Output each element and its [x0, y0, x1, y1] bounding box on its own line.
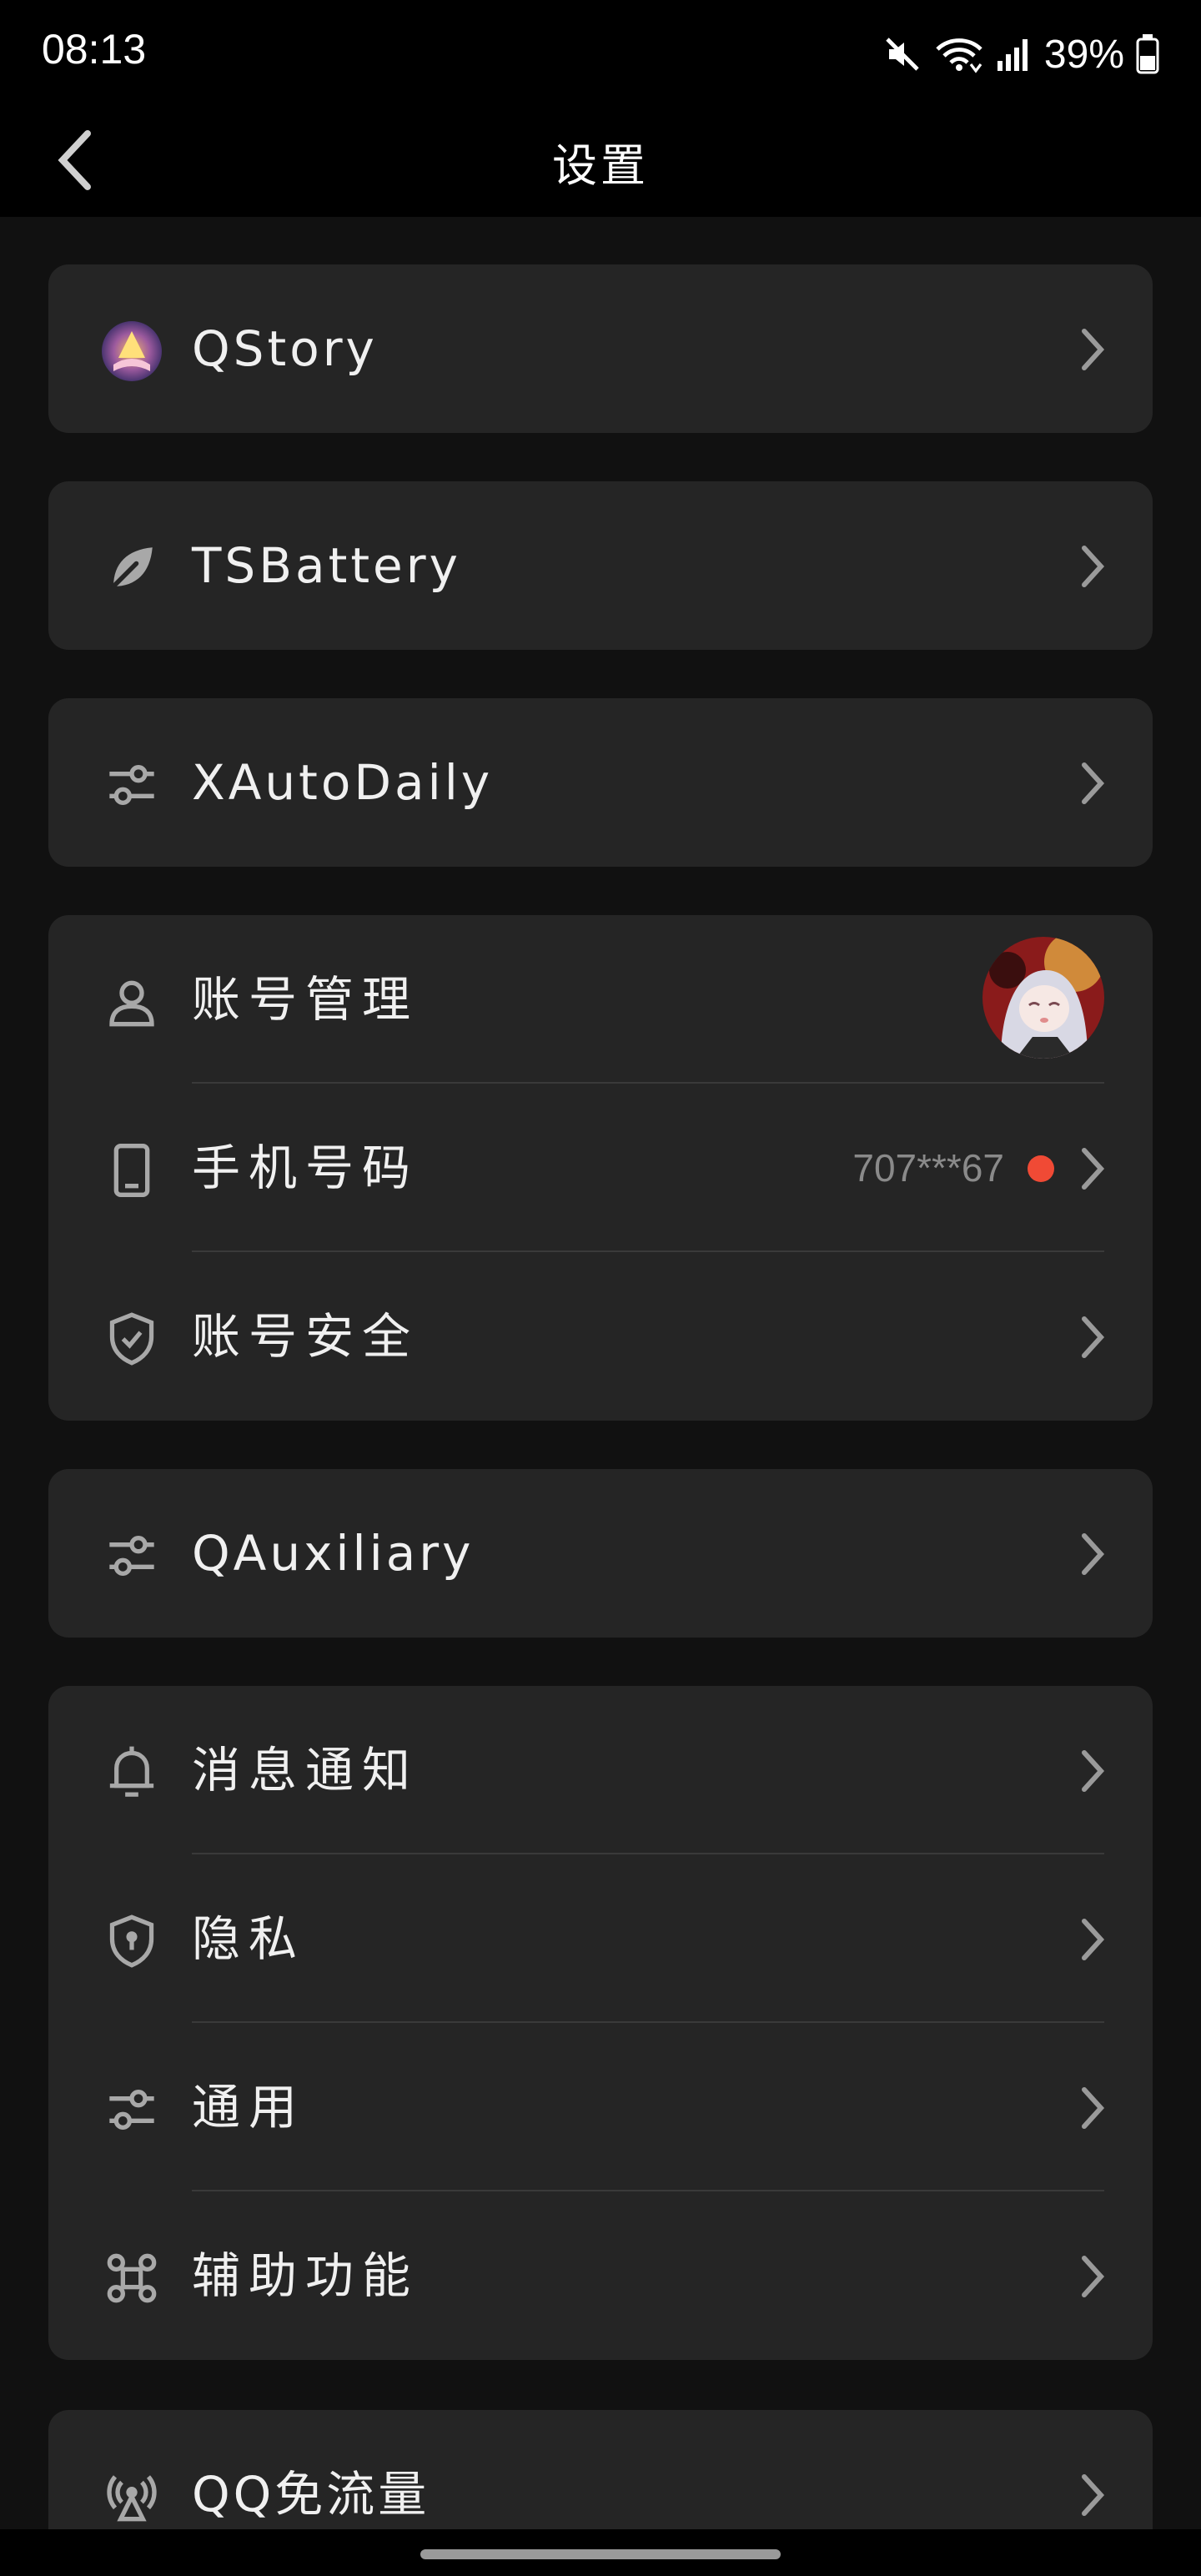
- list-item-general[interactable]: 通用: [48, 2023, 1153, 2191]
- list-item-qstory[interactable]: QStory: [48, 264, 1153, 433]
- command-icon: [100, 2246, 163, 2310]
- card-xautodaily: XAutoDaily: [48, 698, 1153, 867]
- chevron-right-icon: [1082, 2256, 1105, 2297]
- chevron-right-icon: [1082, 1148, 1105, 1190]
- phone-number-value: 707***67: [852, 1146, 1004, 1190]
- chevron-right-icon: [1082, 762, 1105, 804]
- card-general: 消息通知 隐私 通用 辅助功能: [48, 1686, 1153, 2360]
- sliders-icon: [100, 1524, 163, 1587]
- list-item-accessibility[interactable]: 辅助功能: [48, 2191, 1153, 2360]
- avatar: [982, 937, 1104, 1059]
- list-item-qq-free-data[interactable]: QQ免流量: [48, 2410, 1153, 2529]
- list-item-label: XAutoDaily: [192, 754, 494, 811]
- list-item-privacy[interactable]: 隐私: [48, 1854, 1153, 2023]
- status-time: 08:13: [42, 26, 147, 73]
- chevron-right-icon: [1082, 2474, 1105, 2516]
- sliders-icon: [100, 753, 163, 817]
- list-item-notifications[interactable]: 消息通知: [48, 1686, 1153, 1854]
- shield-lock-icon: [100, 1909, 163, 1973]
- chevron-right-icon: [1082, 2087, 1105, 2129]
- gesture-bar: [0, 2529, 1201, 2576]
- list-item-label: 账号安全: [192, 1308, 420, 1365]
- wifi-icon: [934, 34, 984, 74]
- shield-check-icon: [100, 1307, 163, 1371]
- card-qq-free-data: QQ免流量: [48, 2410, 1153, 2529]
- list-item-label: QStory: [192, 320, 378, 377]
- signal-icon: [996, 36, 1033, 73]
- person-icon: [100, 970, 163, 1034]
- list-item-account-security[interactable]: 账号安全: [48, 1252, 1153, 1421]
- battery-percent: 39%: [1043, 32, 1124, 77]
- card-account: 账号管理 手机号码 707***67 账号安全: [48, 915, 1153, 1421]
- phone-icon: [100, 1139, 163, 1202]
- qstory-logo-icon: [100, 319, 163, 383]
- list-item-xautodaily[interactable]: XAutoDaily: [48, 698, 1153, 867]
- home-indicator[interactable]: [420, 2549, 781, 2559]
- page-title: 设置: [552, 139, 649, 192]
- list-item-label: QAuxiliary: [192, 1525, 475, 1582]
- battery-icon: [1136, 34, 1159, 74]
- list-item-label: 辅助功能: [192, 2247, 420, 2304]
- status-bar: 08:13 39%: [0, 0, 1201, 103]
- chevron-right-icon: [1082, 329, 1105, 370]
- list-item-label: 消息通知: [192, 1742, 420, 1799]
- chevron-right-icon: [1082, 1533, 1105, 1575]
- list-item-qauxiliary[interactable]: QAuxiliary: [48, 1469, 1153, 1638]
- list-item-account-management[interactable]: 账号管理: [48, 915, 1153, 1084]
- chevron-right-icon: [1082, 1919, 1105, 1960]
- leaf-icon: [100, 536, 163, 600]
- list-item-label: TSBattery: [192, 537, 461, 594]
- status-icons: 39%: [882, 25, 1159, 83]
- list-item-label: 账号管理: [192, 971, 420, 1028]
- mute-icon: [882, 34, 922, 74]
- list-item-label: 隐私: [192, 1910, 306, 1967]
- settings-list: QStory TSBattery XAutoDaily 账号管理 手机号码 70…: [0, 217, 1201, 2529]
- card-qstory: QStory: [48, 264, 1153, 433]
- broadcast-icon: [100, 2465, 163, 2528]
- sliders-icon: [100, 2078, 163, 2141]
- list-item-phone-number[interactable]: 手机号码 707***67: [48, 1084, 1153, 1252]
- card-qauxiliary: QAuxiliary: [48, 1469, 1153, 1638]
- bell-icon: [100, 1741, 163, 1804]
- list-item-label: 通用: [192, 2079, 306, 2136]
- chevron-right-icon: [1082, 1750, 1105, 1792]
- list-item-label: QQ免流量: [192, 2466, 430, 2523]
- list-item-tsbattery[interactable]: TSBattery: [48, 481, 1153, 650]
- card-tsbattery: TSBattery: [48, 481, 1153, 650]
- chevron-right-icon: [1082, 546, 1105, 587]
- notification-dot: [1028, 1155, 1054, 1182]
- chevron-right-icon: [1082, 1316, 1105, 1358]
- top-nav-bar: 设置: [0, 103, 1201, 217]
- list-item-label: 手机号码: [192, 1140, 420, 1196]
